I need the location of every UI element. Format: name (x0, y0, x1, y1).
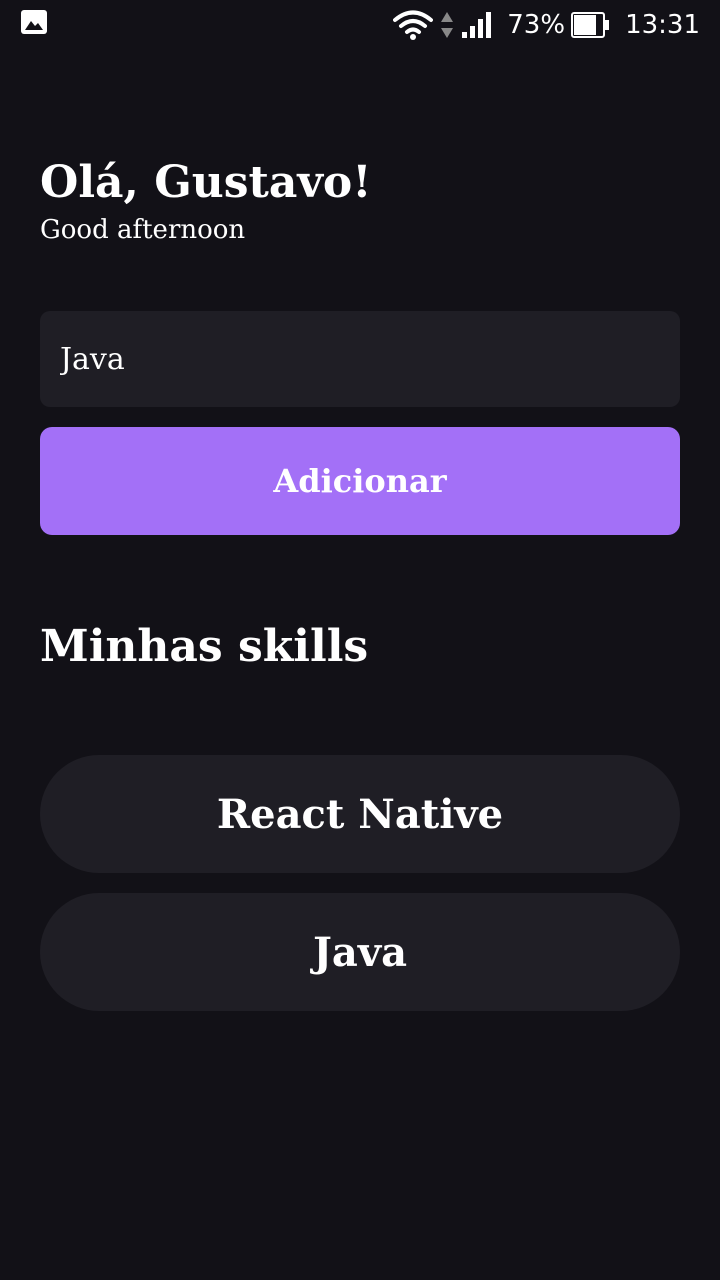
status-left (20, 9, 48, 42)
wifi-icon (393, 9, 434, 41)
battery-percent: 73% (507, 10, 566, 40)
skill-list: React Native Java (40, 755, 680, 1011)
add-skill-button[interactable]: Adicionar (40, 427, 680, 535)
image-icon (20, 9, 48, 42)
skill-card-label: React Native (216, 790, 504, 838)
status-bar: 73% 13:31 (0, 0, 720, 50)
new-skill-input[interactable] (40, 311, 680, 407)
data-transfer-icon (439, 9, 455, 41)
skill-card-label: Java (312, 928, 407, 976)
greeting-subtitle: Good afternoon (40, 215, 246, 245)
status-right: 73% 13:31 (393, 9, 700, 41)
clock: 13:31 (625, 10, 700, 40)
skill-card[interactable]: Java (40, 893, 680, 1011)
signal-icon (461, 10, 495, 40)
battery-icon (571, 11, 611, 39)
greeting-title: Olá, Gustavo! (40, 157, 372, 208)
skills-section-title: Minhas skills (40, 621, 369, 672)
main-content: Olá, Gustavo! Good afternoon Adicionar M… (40, 155, 680, 1031)
skill-card[interactable]: React Native (40, 755, 680, 873)
